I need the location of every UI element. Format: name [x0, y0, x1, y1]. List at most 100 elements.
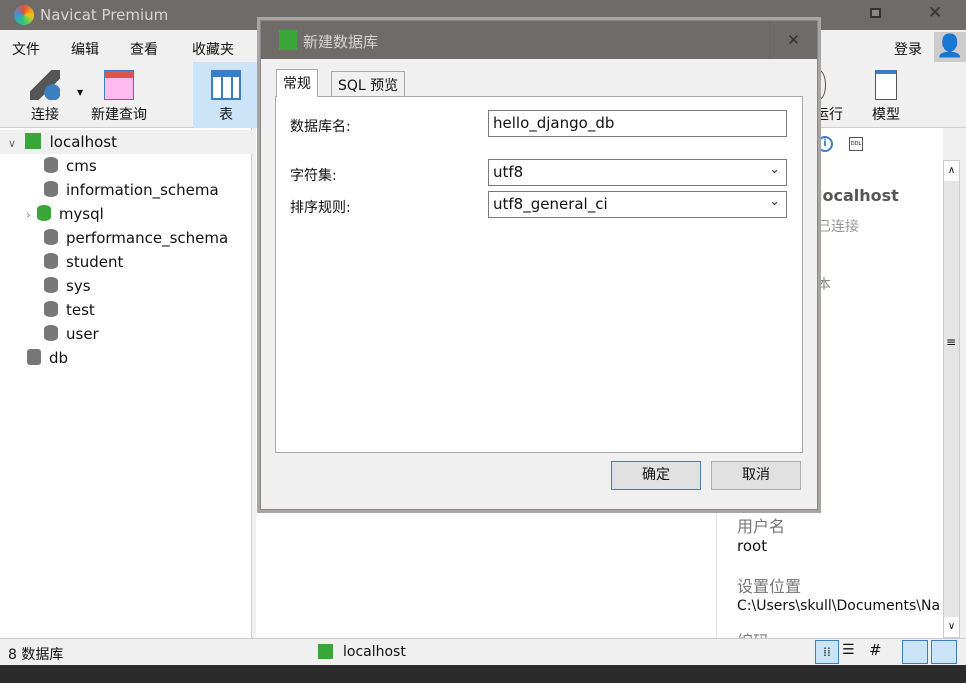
database-icon — [44, 253, 58, 269]
node-label: performance_schema — [66, 229, 229, 247]
info-label: 本 — [817, 277, 831, 293]
database-icon — [44, 229, 58, 245]
model-icon — [875, 70, 897, 100]
tree-node-db[interactable]: user — [0, 322, 252, 346]
scroll-thumb[interactable]: ≡ — [946, 335, 956, 349]
connect-button[interactable]: 连接 — [22, 62, 68, 128]
encoding-label: 编码 — [737, 628, 769, 638]
avatar[interactable]: 👤 — [934, 32, 966, 62]
chevron-down-icon: ⌄ — [769, 194, 780, 209]
left-pane-toggle[interactable] — [902, 640, 928, 664]
dialog-titlebar: 新建数据库 ✕ — [261, 21, 817, 59]
node-label: student — [66, 253, 124, 271]
mysql-connection-icon — [24, 133, 41, 149]
close-window-button[interactable]: ✕ — [928, 3, 942, 23]
node-label: user — [66, 325, 99, 343]
connect-label: 连接 — [31, 107, 59, 123]
model-button[interactable]: 模型 — [866, 62, 906, 128]
collation-value: utf8_general_ci — [493, 195, 608, 213]
database-icon — [44, 325, 58, 341]
database-name-value: hello_django_db — [493, 114, 615, 132]
collation-select[interactable]: utf8_general_ci ⌄ — [488, 191, 787, 218]
database-icon — [44, 157, 58, 173]
location-label: 设置位置 — [737, 577, 802, 596]
right-pane-toggle[interactable] — [931, 640, 957, 664]
node-label: db — [49, 349, 69, 367]
table-label: 表 — [219, 107, 233, 123]
database-icon — [44, 181, 58, 197]
status-bar: 8 数据库 localhost ⁞⁞ ☰ # — [0, 638, 966, 665]
tree-node-other[interactable]: db — [0, 346, 252, 370]
tree-node-db[interactable]: sys — [0, 274, 252, 298]
dialog-title: 新建数据库 — [303, 33, 379, 51]
node-label: mysql — [58, 205, 104, 223]
connection-state: 已连接 — [817, 219, 859, 235]
tree-node-db[interactable]: information_schema — [0, 178, 252, 202]
leaf-connection-icon — [27, 349, 41, 365]
chevron-down-icon[interactable]: ∨ — [8, 137, 16, 150]
location-value: C:\Users\skull\Documents\Na — [737, 598, 941, 614]
tab-general[interactable]: 常规 — [276, 69, 318, 97]
chevron-down-icon: ⌄ — [769, 162, 780, 177]
menu-file[interactable]: 文件 — [12, 39, 40, 59]
charset-label: 字符集: — [290, 168, 337, 184]
app-title: Navicat Premium — [40, 6, 169, 24]
status-connection: localhost — [343, 644, 406, 660]
user-value: root — [737, 537, 768, 555]
database-icon — [44, 301, 58, 317]
new-query-icon — [104, 70, 134, 100]
database-icon — [36, 205, 51, 221]
charset-value: utf8 — [493, 163, 524, 181]
menu-view[interactable]: 查看 — [130, 39, 158, 59]
table-button[interactable]: 表 — [193, 62, 259, 128]
node-label: test — [66, 301, 95, 319]
mysql-connection-icon — [318, 644, 333, 659]
new-query-button[interactable]: 新建查询 — [86, 62, 152, 128]
navicat-logo-icon — [14, 5, 34, 25]
scroll-down-icon[interactable]: ∨ — [944, 617, 959, 637]
node-label: localhost — [49, 133, 117, 151]
plug-icon — [30, 70, 60, 100]
list-view-button[interactable]: ☰ — [842, 642, 855, 658]
login-link[interactable]: 登录 — [894, 39, 922, 59]
node-label: information_schema — [66, 181, 219, 199]
dialog-close-button[interactable]: ✕ — [769, 21, 817, 59]
ok-button[interactable]: 确定 — [611, 461, 701, 490]
new-database-icon — [279, 30, 297, 50]
connection-name: localhost — [817, 186, 899, 205]
cancel-button[interactable]: 取消 — [711, 461, 801, 490]
database-name-label: 数据库名: — [290, 119, 351, 135]
collation-label: 排序规则: — [290, 200, 351, 216]
node-label: cms — [66, 157, 97, 175]
menu-favorites[interactable]: 收藏夹 — [192, 39, 234, 59]
general-tab-panel: 数据库名: hello_django_db 字符集: utf8 ⌄ 排序规则: u… — [275, 96, 803, 453]
info-icon[interactable]: i — [817, 136, 833, 152]
maximize-button[interactable] — [870, 8, 881, 18]
table-icon — [211, 70, 241, 100]
tree-node-db[interactable]: student — [0, 250, 252, 274]
chevron-right-icon[interactable]: › — [26, 208, 31, 222]
detail-view-button[interactable]: # — [869, 641, 882, 659]
tree-node-db[interactable]: › mysql — [0, 202, 252, 226]
scroll-up-icon[interactable]: ∧ — [944, 161, 959, 181]
database-icon — [44, 277, 58, 293]
user-label: 用户名 — [737, 517, 786, 536]
database-count: 8 数据库 — [8, 647, 64, 663]
connect-dropdown-icon[interactable]: ▼ — [77, 88, 83, 97]
node-label: sys — [66, 277, 91, 295]
tree-node-db[interactable]: performance_schema — [0, 226, 252, 250]
model-label: 模型 — [872, 107, 900, 123]
ddl-icon[interactable]: DDL — [849, 137, 863, 151]
connection-tree: ∨ localhost cms information_schema › mysq… — [0, 128, 252, 638]
grid-view-button[interactable]: ⁞⁞ — [815, 640, 839, 664]
taskbar — [0, 665, 966, 683]
menu-edit[interactable]: 编辑 — [71, 39, 99, 59]
tree-node-localhost[interactable]: ∨ localhost — [0, 130, 252, 154]
new-database-dialog: 新建数据库 ✕ 常规 SQL 预览 数据库名: hello_django_db … — [260, 20, 818, 510]
charset-select[interactable]: utf8 ⌄ — [488, 159, 787, 186]
info-scrollbar[interactable]: ∧ ≡ ∨ — [943, 160, 960, 638]
tree-node-db[interactable]: cms — [0, 154, 252, 178]
database-name-input[interactable]: hello_django_db — [488, 110, 787, 137]
tab-sql-preview[interactable]: SQL 预览 — [331, 71, 406, 97]
tree-node-db[interactable]: test — [0, 298, 252, 322]
